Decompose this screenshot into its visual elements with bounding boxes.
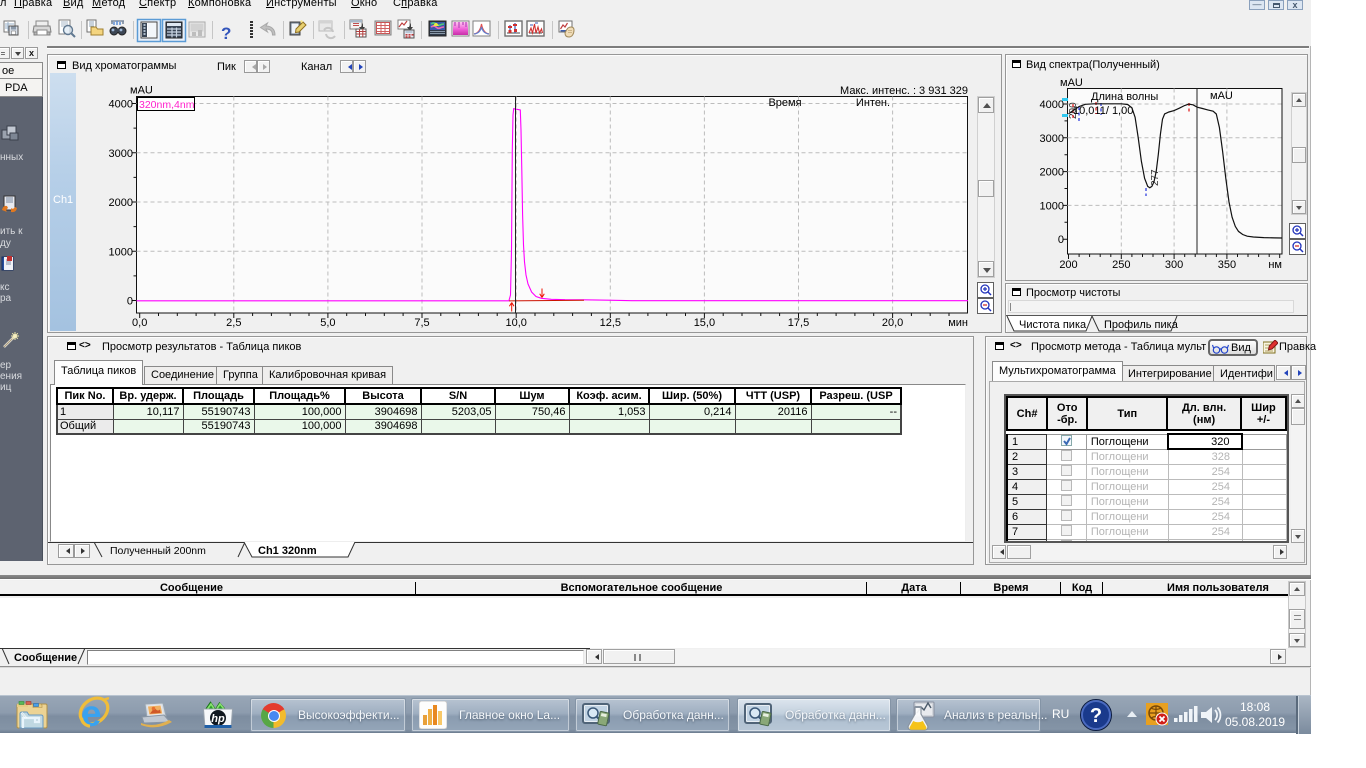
svg-text:Полученный 200nm: Полученный 200nm (110, 545, 206, 557)
svg-text:мин: мин (948, 317, 968, 329)
svg-text:Чистота пика: Чистота пика (1019, 319, 1087, 331)
svg-text:ить к: ить к (0, 226, 23, 237)
svg-text:Время: Время (768, 97, 801, 109)
svg-text:2000: 2000 (1040, 167, 1064, 179)
svg-text:кс: кс (0, 282, 10, 293)
svg-text:4000: 4000 (1040, 99, 1064, 111)
svg-text:hp: hp (211, 713, 225, 725)
svg-text:иц: иц (0, 382, 12, 393)
svg-text:15,0: 15,0 (694, 317, 715, 329)
svg-text:нных: нных (0, 152, 23, 163)
svg-text:2,5: 2,5 (226, 317, 241, 329)
svg-text:1000: 1000 (1040, 200, 1064, 212)
svg-text:мАU: мАU (1210, 90, 1233, 102)
svg-text:10,0: 10,0 (505, 317, 526, 329)
svg-text:7,5: 7,5 (414, 317, 429, 329)
svg-text:4000: 4000 (109, 99, 133, 111)
svg-text:20,0: 20,0 (882, 317, 903, 329)
svg-text:Интен.: Интен. (856, 97, 890, 109)
svg-text:2000: 2000 (109, 197, 133, 209)
svg-text:ения: ения (0, 371, 22, 382)
svg-text:0: 0 (127, 296, 133, 308)
svg-text:17,5: 17,5 (788, 317, 809, 329)
svg-text:мАU: мАU (130, 85, 153, 97)
svg-text:3000: 3000 (109, 148, 133, 160)
svg-text:1000: 1000 (109, 246, 133, 258)
svg-text:350: 350 (1218, 259, 1236, 271)
svg-text:12,5: 12,5 (600, 317, 621, 329)
svg-text:ер: ер (0, 360, 12, 371)
svg-text:200: 200 (1059, 259, 1077, 271)
svg-text:ра: ра (0, 293, 12, 304)
svg-text:Ch1 320nm: Ch1 320nm (258, 545, 317, 557)
svg-text:Длина волны: Длина волны (1091, 91, 1158, 103)
svg-text:3000: 3000 (1040, 133, 1064, 145)
svg-text:0: 0 (1058, 234, 1064, 246)
svg-text:нм: нм (1268, 259, 1282, 271)
svg-text:300: 300 (1165, 259, 1183, 271)
svg-text:ду: ду (0, 238, 11, 249)
svg-text:5,0: 5,0 (320, 317, 335, 329)
svg-text:Макс. интенс. : 3 931 329: Макс. интенс. : 3 931 329 (840, 85, 968, 97)
svg-text:0,0: 0,0 (132, 317, 147, 329)
svg-text:320nm,4nm: 320nm,4nm (139, 99, 195, 111)
svg-text:?: ? (1090, 705, 1102, 727)
svg-text:10,011/ 1,00: 10,011/ 1,00 (1073, 105, 1133, 117)
svg-text:250: 250 (1112, 259, 1130, 271)
svg-text:e: e (81, 696, 102, 734)
svg-text:Профиль пика: Профиль пика (1104, 319, 1179, 331)
svg-text:Сообщение: Сообщение (14, 652, 77, 664)
svg-text:мАU: мАU (1060, 77, 1083, 89)
svg-text:?: ? (221, 24, 231, 43)
